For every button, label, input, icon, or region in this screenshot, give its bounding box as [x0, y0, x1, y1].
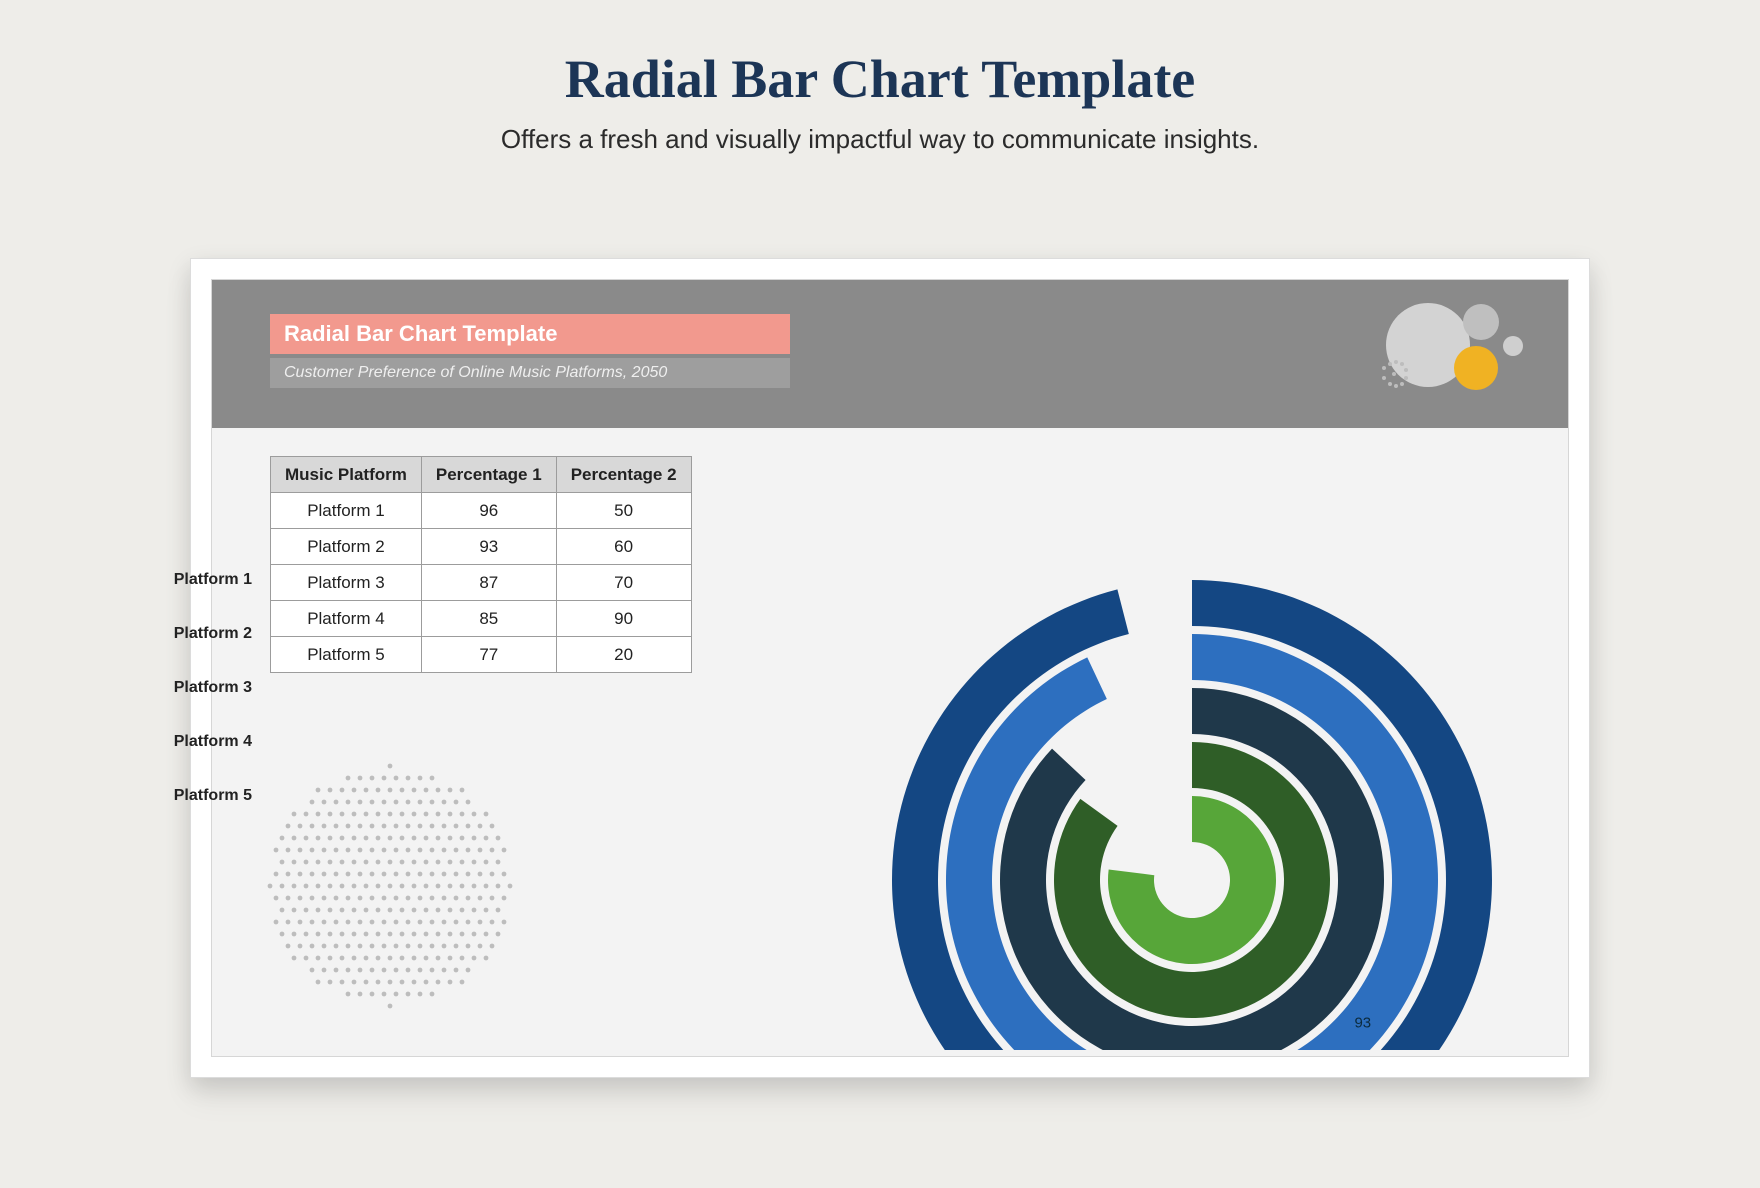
table-cell: Platform 1 [271, 493, 422, 529]
table-cell: 93 [421, 529, 556, 565]
table-cell: 60 [556, 529, 691, 565]
page-title: Radial Bar Chart Template [0, 48, 1760, 110]
header-decoration-icon [1298, 290, 1538, 410]
table-cell: 87 [421, 565, 556, 601]
preview-inner: Radial Bar Chart Template Customer Prefe… [211, 279, 1569, 1057]
radial-chart: Platform 1Platform 2Platform 3Platform 4… [692, 450, 1562, 1050]
table-cell: 77 [421, 637, 556, 673]
table-cell: Platform 5 [271, 637, 422, 673]
radial-bar [1054, 742, 1330, 1018]
data-table: Music Platform Percentage 1 Percentage 2… [270, 456, 692, 673]
th-p1: Percentage 1 [421, 457, 556, 493]
page-subtitle: Offers a fresh and visually impactful wa… [0, 124, 1760, 155]
chart-label: Platform 4 [42, 734, 262, 750]
th-platform: Music Platform [271, 457, 422, 493]
table-row: Platform 29360 [271, 529, 692, 565]
table-cell: Platform 4 [271, 601, 422, 637]
chart-annotation: 93 [1354, 1014, 1371, 1031]
table-row: Platform 38770 [271, 565, 692, 601]
table-cell: 20 [556, 637, 691, 673]
table-row: Platform 19650 [271, 493, 692, 529]
table-row: Platform 48590 [271, 601, 692, 637]
card-title: Radial Bar Chart Template [270, 314, 790, 354]
table-cell: Platform 2 [271, 529, 422, 565]
chart-label: Platform 5 [42, 788, 262, 804]
chart-label: Platform 1 [42, 572, 262, 588]
table-cell: 85 [421, 601, 556, 637]
table-cell: 90 [556, 601, 691, 637]
radial-bar [1108, 796, 1276, 964]
th-p2: Percentage 2 [556, 457, 691, 493]
table-cell: Platform 3 [271, 565, 422, 601]
chart-label: Platform 2 [42, 626, 262, 642]
card-subtitle: Customer Preference of Online Music Plat… [270, 358, 790, 388]
radial-svg: 93 [692, 450, 1562, 1050]
preview-card: Radial Bar Chart Template Customer Prefe… [190, 258, 1590, 1078]
table-cell: 50 [556, 493, 691, 529]
table-row: Platform 57720 [271, 637, 692, 673]
chart-label: Platform 3 [42, 680, 262, 696]
table-header-row: Music Platform Percentage 1 Percentage 2 [271, 457, 692, 493]
table-cell: 70 [556, 565, 691, 601]
dotted-circle-icon [260, 756, 520, 1016]
table-cell: 96 [421, 493, 556, 529]
header-band: Radial Bar Chart Template Customer Prefe… [212, 280, 1568, 428]
